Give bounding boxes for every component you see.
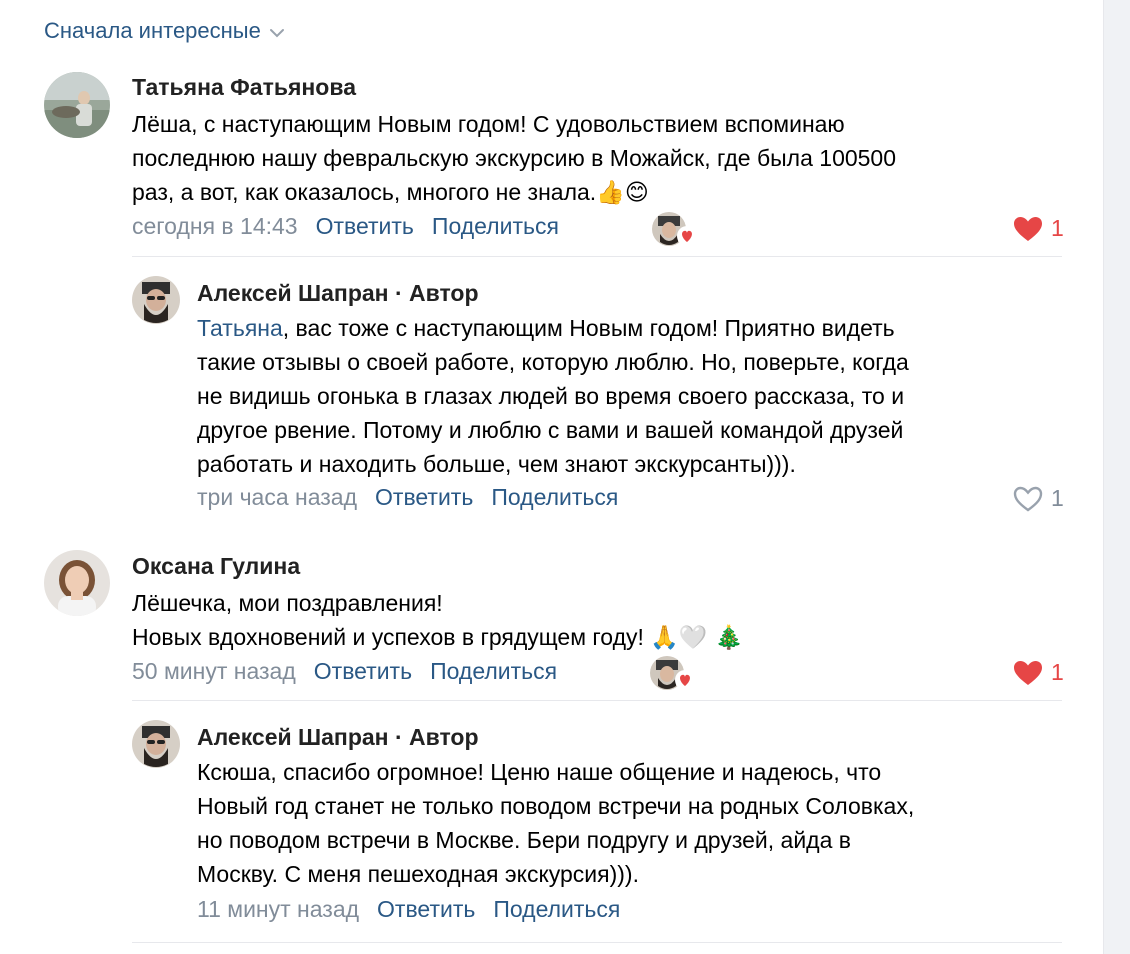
comment-text: Лёша, с наступающим Новым годом! С удово…	[132, 111, 897, 206]
share-button[interactable]: Поделиться	[430, 658, 557, 685]
comment-author[interactable]: Татьяна Фатьянова	[132, 74, 356, 101]
avatar[interactable]	[132, 720, 180, 768]
comment-meta: 50 минут назад Ответить Поделиться	[132, 658, 557, 685]
divider	[44, 530, 1062, 531]
like-button[interactable]: 1	[1013, 485, 1064, 512]
comment-meta: три часа назад Ответить Поделиться	[197, 484, 618, 511]
emoji: 🙏🤍 🎄	[650, 625, 744, 651]
like-button[interactable]: 1	[1013, 659, 1064, 686]
author-role: · Автор	[388, 280, 479, 306]
comment-date[interactable]: сегодня в 14:43	[132, 213, 298, 240]
share-button[interactable]: Поделиться	[493, 896, 620, 923]
liker-avatar[interactable]	[650, 656, 695, 690]
heart-icon	[1014, 660, 1042, 685]
reply-button[interactable]: Ответить	[316, 213, 414, 240]
like-button[interactable]: 1	[1013, 215, 1064, 242]
avatar[interactable]	[132, 276, 180, 324]
comment-date[interactable]: 50 минут назад	[132, 658, 296, 685]
divider	[132, 700, 1062, 701]
comment-meta: сегодня в 14:43 Ответить Поделиться	[132, 213, 559, 240]
like-count: 1	[1051, 659, 1064, 685]
comment-author[interactable]: Оксана Гулина	[132, 553, 300, 580]
like-count: 1	[1051, 485, 1064, 511]
share-button[interactable]: Поделиться	[432, 213, 559, 240]
comment-date[interactable]: 11 минут назад	[197, 896, 359, 923]
like-count: 1	[1051, 215, 1064, 241]
comment-text: Татьяна, вас тоже с наступающим Новым го…	[197, 315, 909, 477]
sort-dropdown[interactable]: Сначала интересные	[44, 18, 285, 44]
author-role: · Автор	[388, 724, 479, 750]
heart-outline-icon	[1013, 486, 1043, 511]
reply-button[interactable]: Ответить	[377, 896, 475, 923]
liker-avatar[interactable]	[652, 212, 697, 246]
chevron-down-icon	[269, 29, 284, 38]
divider	[132, 256, 1062, 257]
emoji: 👍😊	[596, 180, 649, 206]
comment-text: Ксюша, спасибо огромное! Ценю наше общен…	[197, 759, 915, 887]
comment-author[interactable]: Алексей Шапран · Автор	[197, 280, 479, 307]
scrollbar[interactable]	[1103, 0, 1130, 954]
comment-date[interactable]: три часа назад	[197, 484, 357, 511]
comment-meta: 11 минут назад Ответить Поделиться	[197, 896, 620, 923]
comment-text: Лёшечка, мои поздравления! Новых вдохнов…	[132, 590, 744, 651]
avatar[interactable]	[44, 72, 110, 138]
reply-button[interactable]: Ответить	[314, 658, 412, 685]
heart-icon	[1014, 216, 1042, 241]
avatar[interactable]	[44, 550, 110, 616]
divider	[132, 942, 1062, 943]
comment-author[interactable]: Алексей Шапран · Автор	[197, 724, 479, 751]
mention-link[interactable]: Татьяна	[197, 315, 283, 341]
share-button[interactable]: Поделиться	[491, 484, 618, 511]
sort-label: Сначала интересные	[44, 18, 261, 43]
reply-button[interactable]: Ответить	[375, 484, 473, 511]
